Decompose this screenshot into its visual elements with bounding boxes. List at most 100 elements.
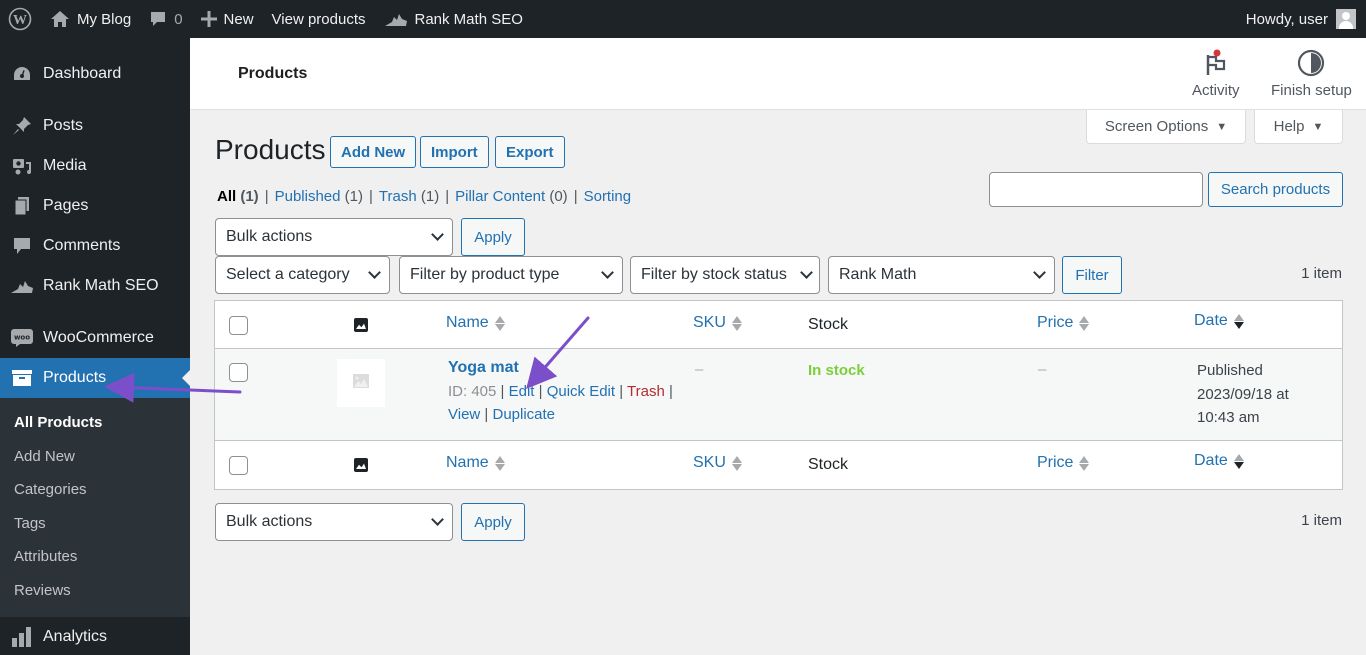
wordpress-logo-icon: W	[8, 7, 32, 31]
view-sorting[interactable]: Sorting	[584, 188, 632, 205]
sort-by-sku[interactable]: SKU	[693, 314, 742, 332]
submenu-reviews[interactable]: Reviews	[0, 574, 190, 608]
stock-status-filter-select[interactable]: Filter by stock status	[630, 256, 820, 294]
apply-button-bottom[interactable]: Apply	[461, 503, 525, 541]
apply-button-top[interactable]: Apply	[461, 218, 525, 256]
screen-options-toggle[interactable]: Screen Options ▼	[1086, 110, 1246, 144]
sidebar-label: Products	[43, 369, 107, 386]
sort-by-date[interactable]: Date	[1194, 312, 1244, 330]
pin-icon	[10, 116, 34, 136]
view-products-link[interactable]: View products	[263, 0, 375, 38]
select-value: Rank Math	[839, 266, 917, 283]
comments-menu[interactable]: 0	[140, 0, 191, 38]
help-label: Help	[1273, 118, 1305, 135]
sidebar-label: Pages	[43, 197, 89, 214]
sort-icon	[1079, 455, 1090, 471]
bulk-actions-select-bottom[interactable]: Bulk actions	[215, 503, 453, 541]
sidebar-item-media[interactable]: Media	[0, 146, 190, 186]
sort-by-date-bottom[interactable]: Date	[1194, 452, 1244, 470]
my-account-menu[interactable]: Howdy, user	[1246, 9, 1366, 29]
submenu-tags[interactable]: Tags	[0, 507, 190, 541]
product-type-filter-select[interactable]: Filter by product type	[399, 256, 623, 294]
woocommerce-header: Products Activity Finish setup	[190, 38, 1366, 110]
sort-by-price[interactable]: Price	[1037, 314, 1090, 332]
sidebar-item-rank-math[interactable]: Rank Math SEO	[0, 266, 190, 306]
column-sku-label: SKU	[693, 454, 726, 471]
view-link[interactable]: View	[448, 406, 480, 423]
date-cell: Published 2023/09/18 at 10:43 am	[1197, 359, 1289, 430]
status-filter-links: All (1) | Published (1) | Trash (1) | Pillar C…	[217, 188, 632, 205]
select-all-checkbox-bottom[interactable]	[229, 456, 248, 475]
submenu-attributes[interactable]: Attributes	[0, 540, 190, 574]
sidebar-item-products[interactable]: Products	[0, 358, 190, 398]
category-filter-select[interactable]: Select a category	[215, 256, 390, 294]
add-new-button[interactable]: Add New	[330, 136, 417, 168]
finish-setup-button[interactable]: Finish setup	[1271, 48, 1352, 99]
site-name: My Blog	[77, 10, 132, 28]
view-trash-label: Trash	[378, 188, 417, 205]
chevron-down-icon	[431, 228, 444, 241]
sku-value: –	[695, 361, 704, 378]
table-footer-row: Name SKU Stock Price Date	[215, 441, 1342, 489]
header-title: Products	[238, 65, 308, 82]
sidebar-item-pages[interactable]: Pages	[0, 186, 190, 226]
sort-by-name[interactable]: Name	[446, 314, 505, 332]
edit-link[interactable]: Edit	[509, 383, 535, 400]
import-button[interactable]: Import	[420, 136, 489, 168]
column-date-label: Date	[1194, 312, 1228, 329]
sidebar-item-dashboard[interactable]: Dashboard	[0, 54, 190, 94]
search-products-button[interactable]: Search products	[1208, 172, 1343, 207]
view-published[interactable]: Published (1)	[275, 188, 363, 205]
sidebar-label: Analytics	[43, 628, 108, 645]
sidebar-item-analytics[interactable]: Analytics	[0, 617, 190, 655]
duplicate-link[interactable]: Duplicate	[492, 406, 555, 423]
submenu-add-new[interactable]: Add New	[0, 440, 190, 474]
column-sku-label: SKU	[693, 314, 726, 331]
activity-button[interactable]: Activity	[1192, 48, 1240, 99]
products-table: Name SKU Stock Price Date Yoga mat ID: 4…	[214, 300, 1343, 490]
caret-down-icon: ▼	[1216, 120, 1228, 133]
view-pillar-content[interactable]: Pillar Content (0)	[455, 188, 568, 205]
new-content-menu[interactable]: New	[192, 0, 263, 38]
sidebar-item-comments[interactable]: Comments	[0, 226, 190, 266]
dashboard-icon	[10, 64, 34, 84]
submenu-all-products[interactable]: All Products	[0, 406, 190, 440]
quick-edit-link[interactable]: Quick Edit	[547, 383, 615, 400]
search-products-input[interactable]	[989, 172, 1203, 207]
view-all[interactable]: All (1)	[217, 188, 259, 205]
column-date-label: Date	[1194, 452, 1228, 469]
row-checkbox[interactable]	[229, 363, 248, 382]
product-name-link[interactable]: Yoga mat	[448, 359, 519, 376]
submenu-categories[interactable]: Categories	[0, 473, 190, 507]
column-stock-label: Stock	[808, 316, 849, 333]
select-value: Filter by product type	[410, 266, 560, 283]
filter-button[interactable]: Filter	[1062, 256, 1122, 294]
select-all-checkbox[interactable]	[229, 316, 248, 335]
export-button[interactable]: Export	[495, 136, 565, 168]
rank-math-label: Rank Math SEO	[414, 10, 523, 28]
rank-math-menu[interactable]: Rank Math SEO	[375, 0, 532, 38]
view-pillar-label: Pillar Content	[455, 188, 546, 205]
wp-logo-menu[interactable]: W	[0, 0, 41, 38]
help-toggle[interactable]: Help ▼	[1254, 110, 1343, 144]
select-value: Filter by stock status	[641, 266, 787, 283]
sort-by-price-bottom[interactable]: Price	[1037, 454, 1090, 472]
sidebar-item-woocommerce[interactable]: woo WooCommerce	[0, 318, 190, 358]
sidebar-item-posts[interactable]: Posts	[0, 106, 190, 146]
view-products-label: View products	[271, 10, 366, 28]
new-label: New	[223, 10, 254, 28]
view-trash[interactable]: Trash (1)	[379, 188, 439, 205]
bulk-actions-select-top[interactable]: Bulk actions	[215, 218, 453, 256]
view-all-label: All	[217, 188, 237, 205]
table-header-row: Name SKU Stock Price Date	[215, 301, 1342, 349]
site-name-menu[interactable]: My Blog	[41, 0, 140, 38]
sort-by-name-bottom[interactable]: Name	[446, 454, 505, 472]
comment-icon	[149, 10, 167, 28]
trash-link[interactable]: Trash	[627, 383, 665, 400]
sort-by-sku-bottom[interactable]: SKU	[693, 454, 742, 472]
select-value: Bulk actions	[226, 228, 313, 245]
product-thumbnail[interactable]	[337, 359, 385, 407]
rank-math-filter-select[interactable]: Rank Math	[828, 256, 1055, 294]
view-count: (1)	[344, 188, 363, 205]
image-column-icon	[354, 318, 368, 332]
